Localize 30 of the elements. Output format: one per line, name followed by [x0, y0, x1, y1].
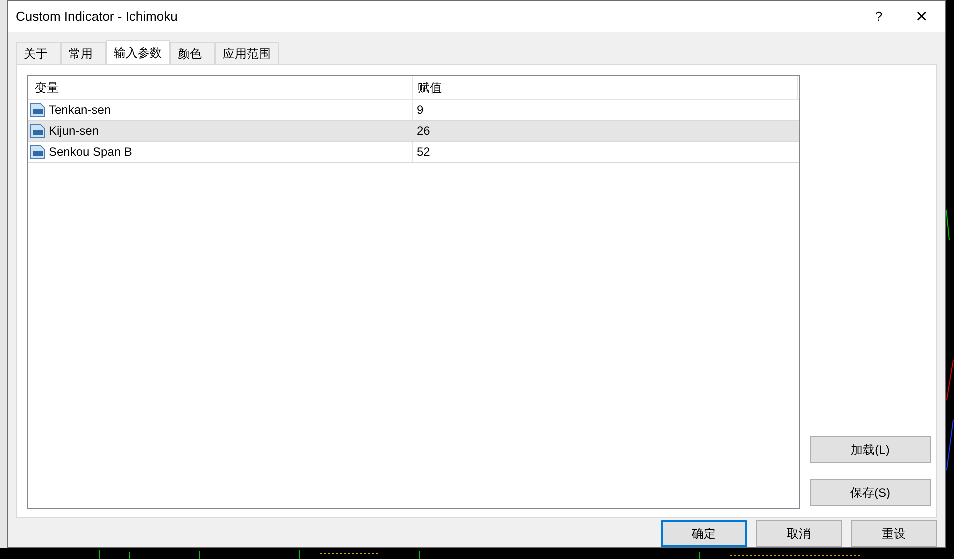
table-cell-text: Senkou Span B: [49, 144, 132, 161]
tab[interactable]: 输入参数: [106, 40, 170, 64]
tab[interactable]: 关于: [16, 42, 61, 64]
dialog-button[interactable]: 取消: [756, 520, 842, 547]
chart-line: [946, 210, 950, 240]
dialog-button[interactable]: 确定: [661, 520, 747, 547]
table-cell-text: 26: [417, 123, 430, 140]
help-button[interactable]: ?: [859, 2, 899, 32]
table-row[interactable]: Senkou Span B 52: [28, 142, 799, 163]
table-cell-text: 52: [417, 144, 430, 161]
table-row[interactable]: Tenkan-sen 9: [28, 100, 799, 121]
tab[interactable]: 颜色: [170, 42, 215, 64]
chart-line: [946, 360, 954, 400]
column-header[interactable]: 变量: [28, 76, 413, 99]
table-row[interactable]: Kijun-sen 26: [28, 121, 799, 142]
side-button[interactable]: 加载(L): [810, 436, 931, 463]
side-button[interactable]: 保存(S): [810, 479, 931, 506]
column-header[interactable]: 赋值: [413, 76, 798, 99]
dialog-button[interactable]: 重设: [851, 520, 937, 547]
tab[interactable]: 常用: [61, 42, 106, 64]
number-icon: [30, 123, 46, 139]
table-cell-text: 9: [417, 102, 424, 119]
chart-line: [946, 420, 954, 470]
table-cell-text: Tenkan-sen: [49, 102, 112, 119]
close-button[interactable]: ×: [899, 2, 945, 32]
number-icon: [30, 144, 46, 160]
number-icon: [30, 102, 46, 118]
table-cell-text: Kijun-sen: [49, 123, 100, 140]
window-title: Custom Indicator - Ichimoku: [16, 8, 179, 26]
tab[interactable]: 应用范围: [215, 42, 279, 64]
